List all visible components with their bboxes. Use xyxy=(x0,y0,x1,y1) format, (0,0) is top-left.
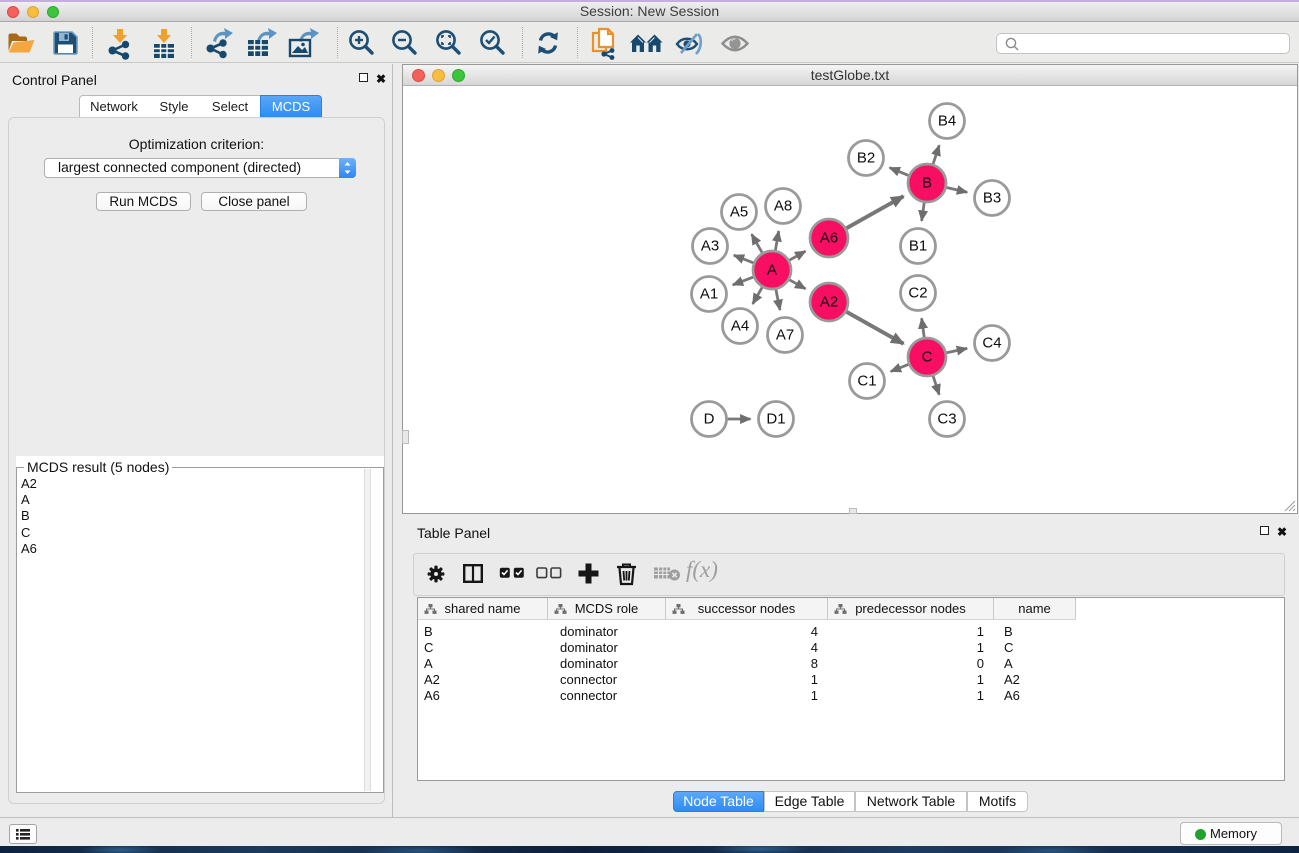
svg-text:A: A xyxy=(767,262,777,279)
svg-text:B1: B1 xyxy=(909,238,927,255)
svg-text:C2: C2 xyxy=(908,285,927,302)
svg-text:C1: C1 xyxy=(857,373,876,390)
svg-text:A7: A7 xyxy=(776,327,794,344)
svg-text:C: C xyxy=(922,349,933,366)
svg-text:D1: D1 xyxy=(766,411,785,428)
svg-text:B4: B4 xyxy=(938,113,956,130)
svg-text:B3: B3 xyxy=(983,190,1001,207)
svg-text:A8: A8 xyxy=(774,198,792,215)
svg-text:A1: A1 xyxy=(700,286,718,303)
svg-text:A5: A5 xyxy=(730,204,748,221)
svg-text:A6: A6 xyxy=(820,230,838,247)
svg-text:A3: A3 xyxy=(701,238,719,255)
svg-text:C3: C3 xyxy=(937,411,956,428)
svg-text:B2: B2 xyxy=(857,150,875,167)
svg-text:C4: C4 xyxy=(982,335,1001,352)
svg-text:A4: A4 xyxy=(731,318,749,335)
svg-text:A2: A2 xyxy=(820,294,838,311)
svg-text:D: D xyxy=(704,411,715,428)
svg-text:B: B xyxy=(922,175,932,192)
